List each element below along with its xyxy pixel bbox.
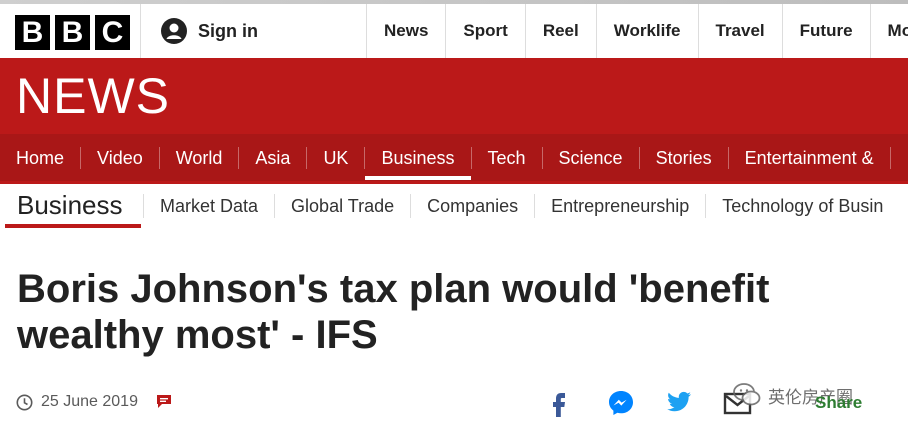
topnav-item-travel[interactable]: Travel [697, 4, 782, 58]
wechat-icon [733, 383, 761, 406]
subnav-item-market-data[interactable]: Market Data [143, 194, 274, 218]
subnav-item-technology[interactable]: Technology of Busin [705, 194, 899, 218]
bbc-masthead: B B C Sign in News Sport Reel Worklife T… [0, 4, 908, 59]
topnav-item-future[interactable]: Future [781, 4, 870, 58]
subnav-item-companies[interactable]: Companies [410, 194, 534, 218]
topnav-item-news[interactable]: News [366, 4, 445, 58]
nav-item-asia[interactable]: Asia [239, 146, 308, 169]
subnav-item-global-trade[interactable]: Global Trade [274, 194, 410, 218]
section-subnav: Market Data Global Trade Companies Entre… [143, 194, 899, 218]
nav-item-stories[interactable]: Stories [640, 146, 729, 169]
logo-letter: B [15, 15, 50, 50]
main-nav: Home Video World Asia UK Business Tech S… [0, 134, 908, 184]
topnav-item-worklife[interactable]: Worklife [595, 4, 698, 58]
article-meta: 25 June 2019 [16, 393, 174, 411]
signin-link[interactable]: Sign in [160, 17, 258, 45]
share-button[interactable]: Share [815, 393, 862, 413]
topnav-item-sport[interactable]: Sport [445, 4, 524, 58]
divider [140, 4, 141, 58]
signin-label: Sign in [198, 20, 258, 41]
section-title[interactable]: Business [17, 190, 123, 221]
subnav-item-entrepreneurship[interactable]: Entrepreneurship [534, 194, 705, 218]
section-bar: Business Market Data Global Trade Compan… [0, 184, 908, 228]
twitter-icon[interactable] [665, 388, 693, 416]
news-wordmark[interactable]: NEWS [16, 66, 170, 126]
nav-item-uk[interactable]: UK [307, 146, 366, 169]
nav-item-science[interactable]: Science [543, 146, 640, 169]
messenger-icon[interactable] [606, 388, 636, 418]
nav-item-home[interactable]: Home [0, 146, 82, 169]
clock-icon [16, 394, 33, 410]
nav-item-business[interactable]: Business [365, 146, 472, 180]
facebook-icon[interactable] [548, 388, 570, 418]
comment-flag-icon[interactable] [154, 393, 174, 411]
nav-item-entertainment[interactable]: Entertainment & [729, 146, 891, 169]
news-banner: NEWS [0, 58, 908, 134]
topnav-item-reel[interactable]: Reel [524, 4, 596, 58]
share-label: Share [815, 393, 863, 412]
article-date: 25 June 2019 [41, 393, 138, 410]
logo-letter: C [95, 15, 130, 50]
logo-letter: B [55, 15, 90, 50]
nav-item-world[interactable]: World [160, 146, 240, 169]
section-underline [5, 224, 141, 228]
top-nav: News Sport Reel Worklife Travel Future M… [366, 4, 908, 58]
nav-item-video[interactable]: Video [81, 146, 160, 169]
article-headline: Boris Johnson's tax plan would 'benefit … [17, 267, 770, 357]
bbc-logo[interactable]: B B C [15, 15, 130, 50]
user-icon [161, 18, 187, 44]
nav-item-tech[interactable]: Tech [472, 146, 543, 169]
topnav-item-more[interactable]: Mo [869, 4, 908, 58]
